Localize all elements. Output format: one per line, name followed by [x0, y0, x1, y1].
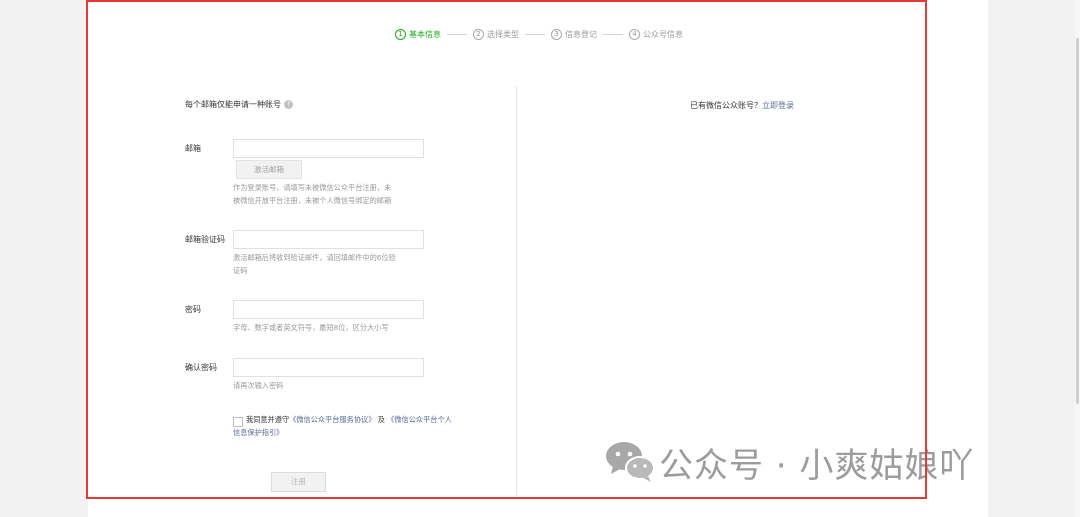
confirm-password-hint: 请再次输入密码 [233, 381, 284, 390]
email-label: 邮箱 [185, 144, 201, 153]
step-label-info-register: 信息登记 [565, 29, 597, 39]
column-divider [516, 86, 517, 496]
email-code-label: 邮箱验证码 [185, 235, 225, 244]
agreement-text: 我同意并遵守《微信公众平台服务协议》 及 《微信公众平台个人 [246, 414, 482, 427]
step-account-info: 4 公众号信息 [629, 28, 683, 40]
email-hint: 作为登录账号，请填写未被微信公众平台注册，未 被微信开放平台注册，未被个人微信号… [233, 182, 391, 207]
agreement-prefix: 我同意并遵守 [246, 415, 290, 424]
step-basic-info: 1 基本信息 [395, 28, 441, 40]
agreement-conjunction: 及 [375, 415, 388, 424]
step-connector [525, 33, 545, 35]
password-label: 密码 [185, 305, 201, 314]
step-label-basic-info: 基本信息 [409, 29, 441, 39]
step-label-account-info: 公众号信息 [643, 29, 683, 39]
service-agreement-link[interactable]: 《微信公众平台服务协议》 [289, 415, 375, 424]
form-tip-text: 每个邮箱仅能申请一种账号 [185, 100, 281, 109]
email-input[interactable] [233, 139, 424, 158]
help-icon[interactable]: ? [284, 100, 293, 109]
step-number-3: 3 [551, 28, 562, 40]
existing-account-prompt: 已有微信公众账号？立即登录 [690, 100, 794, 111]
password-hint: 字母、数字或者英文符号，最短8位，区分大小写 [233, 323, 389, 332]
email-code-input[interactable] [233, 230, 424, 249]
step-number-1: 1 [395, 28, 406, 40]
login-now-link[interactable]: 立即登录 [762, 101, 794, 110]
wechat-icon [603, 439, 659, 487]
step-connector [603, 33, 623, 35]
confirm-password-input[interactable] [233, 358, 424, 377]
confirm-password-label: 确认密码 [185, 363, 217, 372]
step-number-2: 2 [473, 28, 484, 40]
form-tip: 每个邮箱仅能申请一种账号 ? [185, 99, 293, 110]
watermark-text: 公众号 · 小爽姑娘吖 [659, 446, 975, 486]
privacy-guide-link-continued[interactable]: 信息保护指引》 [233, 427, 283, 440]
email-code-hint-line2: 证码 [233, 265, 248, 275]
step-label-select-type: 选择类型 [487, 29, 519, 39]
progress-steps: 1 基本信息 2 选择类型 3 信息登记 4 公众号信息 [395, 27, 683, 41]
password-input[interactable] [233, 300, 424, 319]
agree-checkbox[interactable] [233, 417, 243, 427]
watermark: 公众号 · 小爽姑娘吖 [603, 438, 974, 487]
email-code-hint: 激活邮箱后将收到验证邮件，请回填邮件中的6位验 证码 [233, 252, 396, 277]
step-number-4: 4 [629, 28, 640, 40]
email-hint-line2: 被微信开放平台注册，未被个人微信号绑定的邮箱 [233, 195, 392, 205]
step-info-register: 3 信息登记 [551, 28, 597, 40]
existing-account-text: 已有微信公众账号？ [690, 101, 762, 110]
register-button[interactable]: 注册 [271, 472, 326, 492]
email-hint-line1: 作为登录账号，请填写未被微信公众平台注册，未 [233, 183, 392, 192]
step-select-type: 2 选择类型 [473, 28, 519, 40]
step-connector [447, 33, 467, 35]
email-code-hint-line1: 激活邮箱后将收到验证邮件，请回填邮件中的6位验 [233, 253, 396, 262]
privacy-guide-link[interactable]: 《微信公众平台个人 [387, 415, 452, 424]
activate-email-button[interactable]: 激活邮箱 [236, 160, 302, 179]
scrollbar-thumb[interactable] [1076, 38, 1079, 404]
